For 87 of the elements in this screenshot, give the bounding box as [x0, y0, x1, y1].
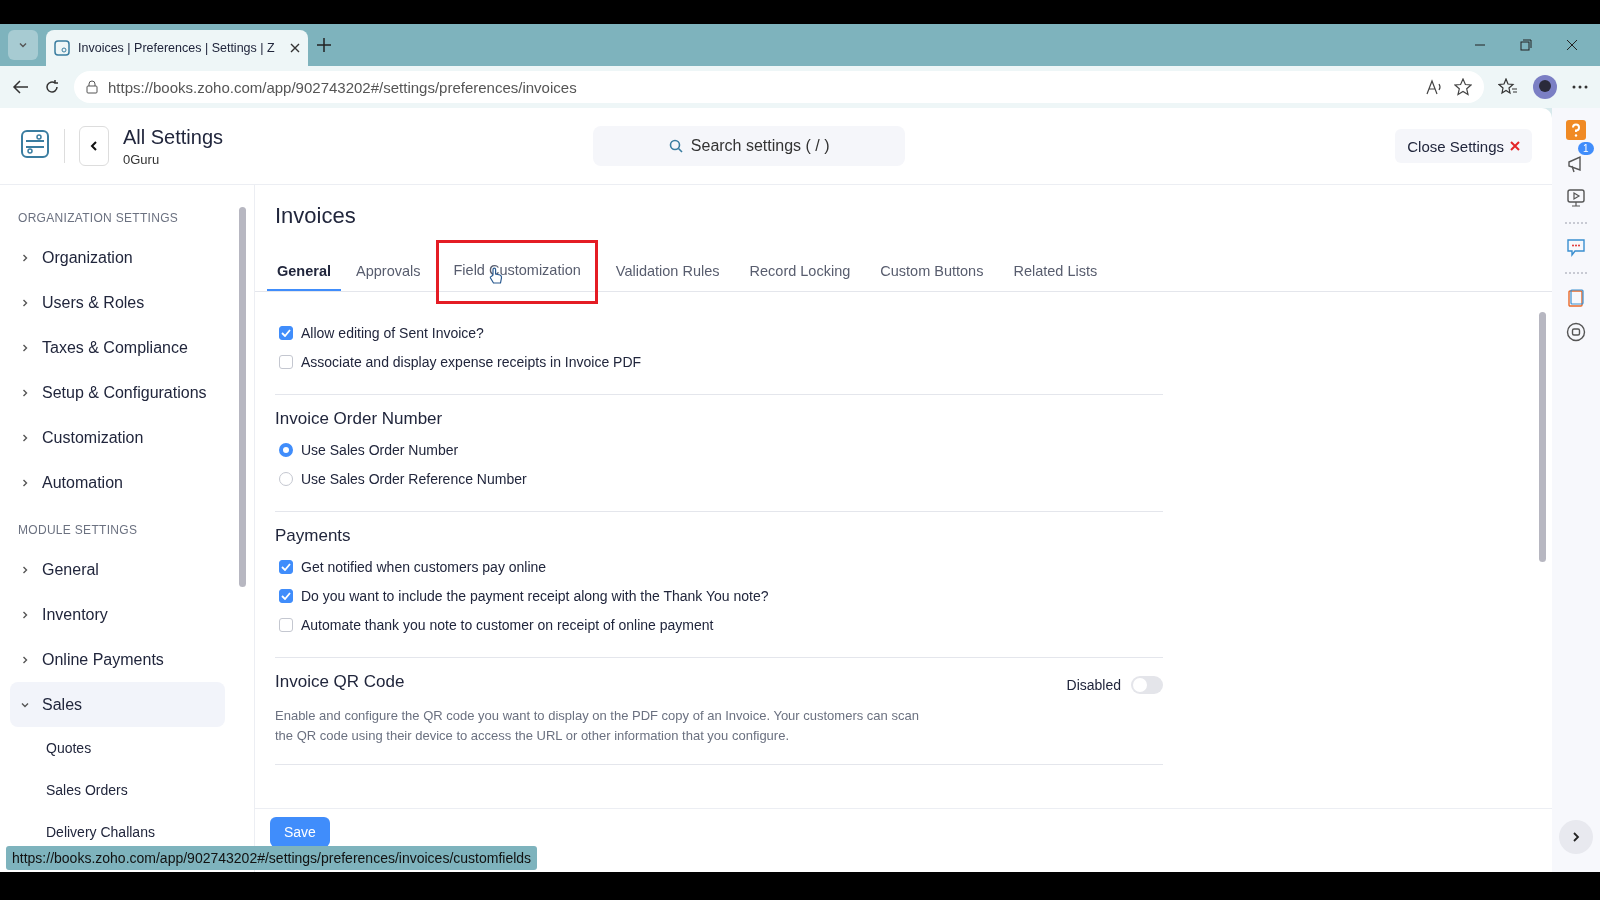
video-icon[interactable] [1566, 188, 1586, 208]
chevron-icon [20, 564, 30, 575]
back-button[interactable] [79, 126, 109, 166]
read-aloud-icon[interactable] [1426, 79, 1444, 95]
sidebar-item[interactable]: Users & Roles [10, 280, 225, 325]
lock-icon [86, 80, 98, 94]
settings-tab[interactable]: Related Lists [998, 255, 1113, 291]
sidebar-item[interactable]: Organization [10, 235, 225, 280]
checkbox[interactable] [279, 325, 293, 340]
section-description: Enable and configure the QR code you want to display on the PDF copy of an Invoice. Your customers can scan the QR code using their device to access the URL or other information that you configure. [275, 707, 920, 745]
search-field[interactable]: Search settings ( / ) [593, 126, 906, 166]
close-icon [1510, 141, 1520, 151]
sidebar-item[interactable]: General [10, 547, 225, 592]
settings-tab[interactable]: Field Customization [439, 243, 595, 301]
sidebar-subitem[interactable]: Quotes [10, 727, 246, 769]
expand-button[interactable] [1559, 820, 1593, 854]
chevron-icon [20, 297, 30, 308]
checkbox[interactable] [279, 354, 293, 369]
chevron-icon [20, 654, 30, 665]
chevron-icon [20, 609, 30, 620]
page-title: Invoices [274, 202, 357, 229]
close-settings-button[interactable]: Close Settings [1395, 129, 1532, 163]
favorites-icon[interactable] [1498, 78, 1518, 96]
sidebar-item[interactable]: Online Payments [10, 637, 225, 682]
app-logo-icon [54, 40, 70, 56]
book-icon[interactable] [1566, 288, 1586, 308]
toggle-switch[interactable] [1131, 676, 1163, 694]
toggle-label: Disabled [1066, 677, 1121, 693]
sidebar-item[interactable]: Taxes & Compliance [10, 325, 225, 370]
section-heading: Invoice Order Number [275, 409, 444, 429]
settings-title: All Settings [123, 125, 224, 149]
sidebar-item[interactable]: Customization [10, 415, 225, 460]
radio-button[interactable] [279, 442, 293, 457]
settings-tab[interactable]: Custom Buttons [865, 255, 999, 291]
sidebar-item[interactable]: Automation [10, 460, 225, 505]
section-heading: Invoice QR Code [275, 672, 405, 692]
chat-icon[interactable] [1566, 238, 1586, 258]
chevron-icon [20, 432, 30, 443]
scrollbar[interactable] [1539, 312, 1546, 562]
chevron-icon [20, 342, 30, 353]
checkbox[interactable] [279, 559, 293, 574]
notification-badge: 1 [1578, 142, 1594, 155]
sidebar-heading: MODULE SETTINGS [17, 522, 139, 539]
option-label: Get notified when customers pay online [301, 558, 547, 575]
chevron-icon [20, 387, 30, 398]
chevron-left-icon [90, 141, 98, 151]
option-label: Use Sales Order Reference Number [301, 470, 527, 487]
sidebar-subitem[interactable]: Sales Orders [10, 769, 246, 811]
reload-icon[interactable] [44, 79, 60, 95]
checkbox[interactable] [279, 588, 293, 603]
help-icon[interactable] [1566, 120, 1586, 140]
chevron-right-icon [1572, 832, 1580, 842]
chevron-icon [20, 477, 30, 488]
close-icon[interactable] [290, 43, 300, 53]
back-arrow-icon[interactable] [12, 78, 30, 96]
option-label: Allow editing of Sent Invoice? [301, 324, 484, 341]
sidebar-heading: ORGANIZATION SETTINGS [17, 210, 180, 227]
star-icon[interactable] [1454, 78, 1472, 96]
profile-avatar-icon[interactable] [1532, 74, 1558, 100]
settings-tab[interactable]: Validation Rules [600, 255, 735, 291]
option-label: Do you want to include the payment receipt along with the Thank You note? [301, 587, 769, 604]
new-tab-icon[interactable] [316, 37, 332, 53]
sidebar-item[interactable]: Setup & Configurations [10, 370, 225, 415]
option-label: Automate thank you note to customer on receipt of online payment [301, 616, 714, 633]
radio-button[interactable] [279, 471, 293, 486]
sidebar-item[interactable]: Sales [10, 682, 225, 727]
app-logo-icon [20, 129, 50, 159]
sidebar-item[interactable]: Inventory [10, 592, 225, 637]
checkbox[interactable] [279, 617, 293, 632]
organization-name: 0Guru [123, 151, 161, 167]
chevron-icon [20, 252, 30, 263]
address-bar[interactable]: https://books.zoho.com/app/902743202#/settings/preferences/invoices [74, 71, 1484, 103]
settings-tab[interactable]: General [267, 255, 341, 291]
settings-tab[interactable]: Approvals [341, 255, 436, 291]
status-url-tooltip: https://books.zoho.com/app/902743202#/settings/preferences/invoices/customfields [6, 846, 538, 870]
section-heading: Payments [275, 526, 352, 546]
settings-tab[interactable]: Record Locking [734, 255, 866, 291]
scrollbar[interactable] [239, 207, 246, 587]
chevron-icon [18, 40, 28, 50]
more-icon[interactable] [1572, 85, 1588, 89]
search-icon [668, 139, 683, 153]
option-label: Associate and display expense receipts in Invoice PDF [301, 353, 642, 370]
close-icon[interactable] [1566, 39, 1578, 51]
restore-icon[interactable] [1520, 39, 1532, 51]
browser-tab[interactable]: Invoices | Preferences | Settings | Z [46, 30, 308, 66]
plug-icon[interactable] [1566, 322, 1586, 342]
option-label: Use Sales Order Number [301, 441, 459, 458]
